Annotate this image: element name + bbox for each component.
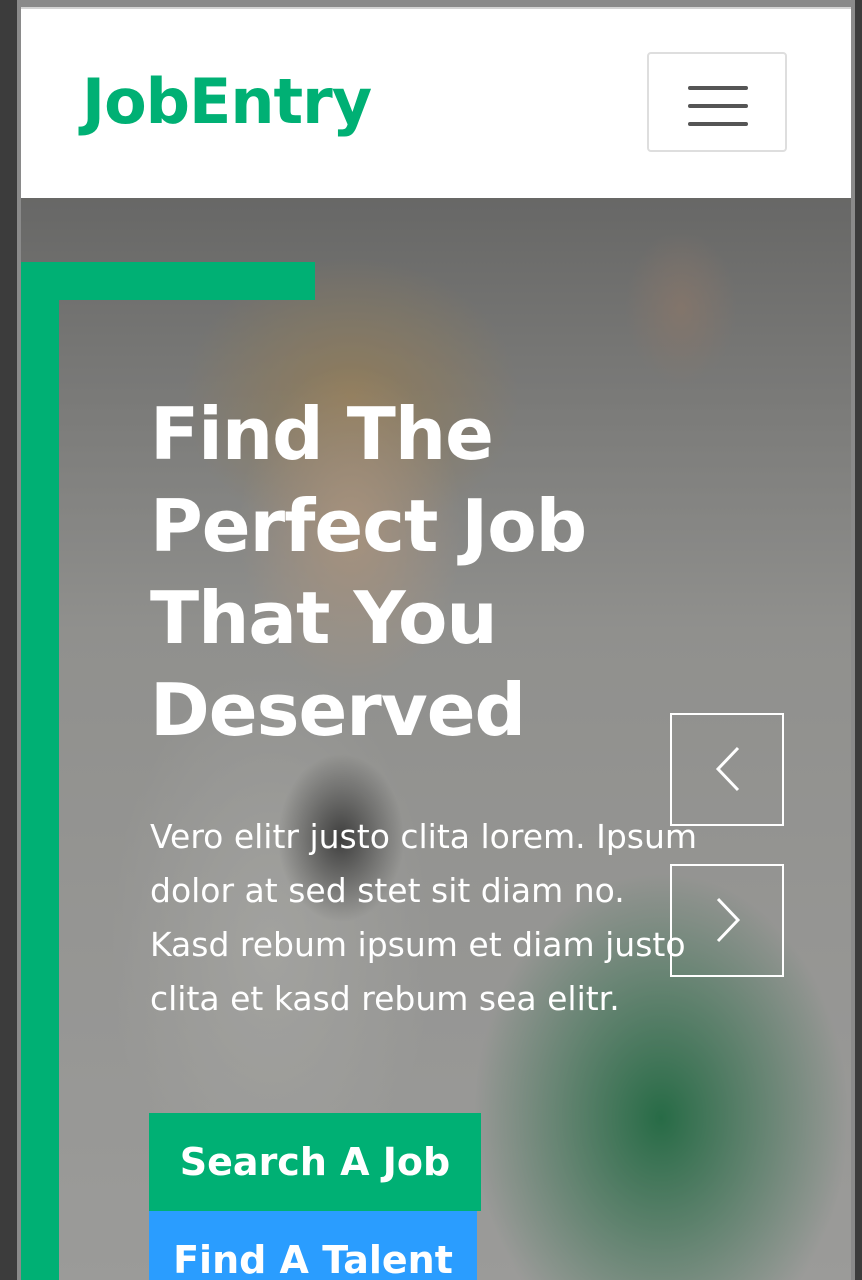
carousel-next-button[interactable]: [670, 864, 784, 977]
find-talent-button[interactable]: Find A Talent: [149, 1211, 477, 1280]
navbar-toggle-button[interactable]: [647, 52, 787, 152]
accent-bar-top: [21, 262, 315, 300]
navbar: JobEntry: [21, 9, 851, 198]
chevron-left-icon: [715, 746, 740, 792]
browser-viewport: JobEntry Find The Perfect Job That You D…: [21, 7, 851, 1280]
accent-bar-left: [21, 262, 59, 1280]
carousel-prev-button[interactable]: [670, 713, 784, 826]
search-job-button[interactable]: Search A Job: [149, 1113, 481, 1211]
hero-title: Find The Perfect Job That You Deserved: [150, 392, 587, 752]
hero-description: Vero elitr justo clita lorem. Ipsum dolo…: [150, 817, 698, 1018]
chevron-right-icon: [716, 897, 741, 943]
brand-logo[interactable]: JobEntry: [82, 67, 372, 137]
hero-carousel: Find The Perfect Job That You Deserved V…: [21, 198, 851, 1280]
